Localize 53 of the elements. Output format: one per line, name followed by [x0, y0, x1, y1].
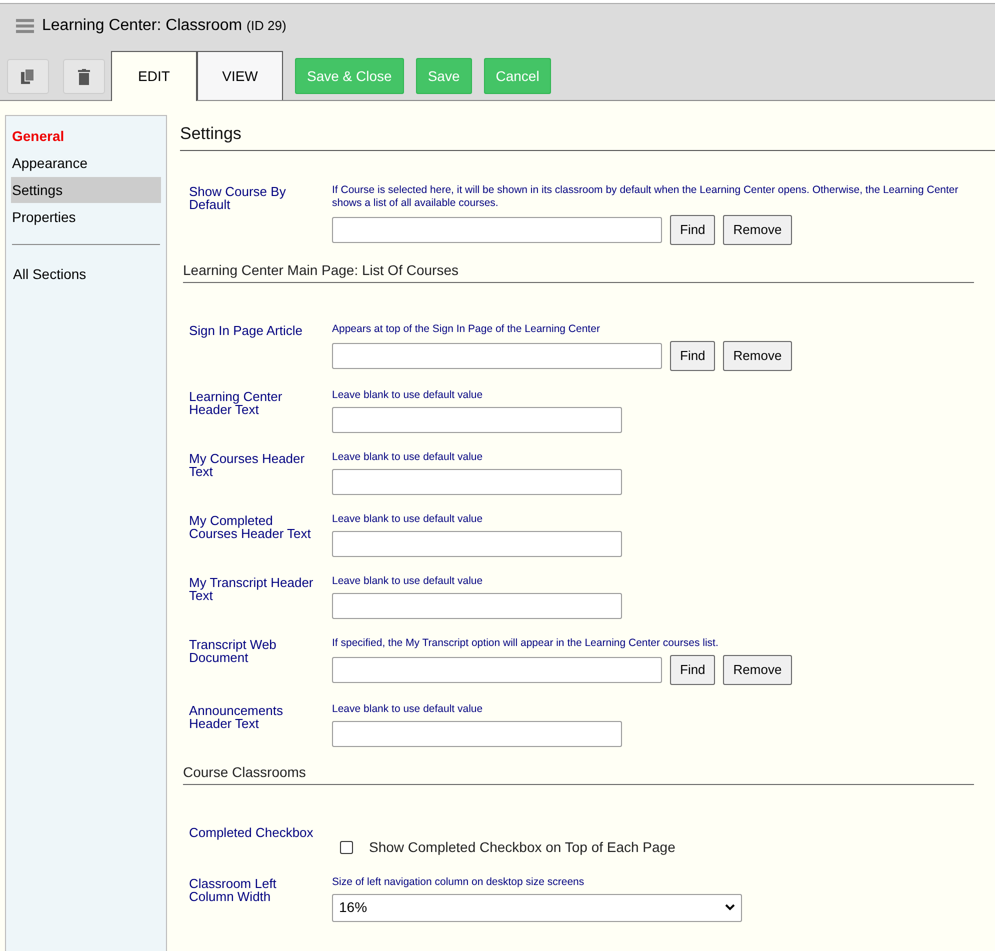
field-label: My Courses Header Text: [189, 450, 306, 480]
field-label: Sign In Page Article: [189, 322, 304, 340]
sidebar-item[interactable]: All Sections: [12, 261, 160, 287]
field-label: Completed Checkbox: [189, 824, 314, 842]
field-hint: If specified, the My Transcript option will appear in the Learning Center courses list.: [332, 636, 720, 650]
lookup-button[interactable]: Find: [670, 654, 716, 684]
menu-icon[interactable]: [16, 19, 34, 33]
sidebar-item[interactable]: Settings: [11, 177, 161, 203]
input-field[interactable]: [332, 720, 622, 746]
lookup-button[interactable]: Find: [670, 340, 716, 370]
page-title: Settings: [180, 121, 995, 150]
section-heading: Learning Center Main Page: List Of Courses: [183, 260, 974, 282]
field-label: Transcript Web Document: [189, 636, 278, 666]
field-label: Learning Center Header Text: [189, 388, 284, 418]
lookup-button[interactable]: Remove: [723, 654, 792, 684]
sidebar-item[interactable]: General: [11, 123, 161, 149]
field-hint: If Course is selected here, it will be shown in its classroom by default when the Learning Center opens. Otherwise, the Learning Center shows a list of all available courses.: [332, 184, 960, 210]
tab[interactable]: VIEW: [197, 51, 283, 100]
chevron-down-icon: [725, 904, 735, 911]
field-hint: Leave blank to use default value: [332, 450, 484, 464]
checkbox[interactable]: [340, 840, 353, 854]
field-label: My Completed Courses Header Text: [189, 512, 312, 542]
field-hint: Leave blank to use default value: [332, 574, 484, 588]
field-hint: Leave blank to use default value: [332, 702, 484, 716]
field-label: Announcements Header Text: [189, 702, 284, 732]
copy-icon: [21, 68, 35, 84]
lookup-button[interactable]: Find: [670, 214, 716, 244]
trash-icon: [78, 68, 90, 84]
field-hint: Leave blank to use default value: [332, 388, 484, 402]
input-field[interactable]: [332, 468, 622, 494]
delete-button[interactable]: [63, 59, 105, 94]
input-field[interactable]: [332, 656, 662, 682]
section-heading: Course Classrooms: [183, 762, 974, 784]
sidebar-item[interactable]: Appearance: [11, 150, 161, 176]
tab[interactable]: EDIT: [111, 51, 197, 101]
input-field[interactable]: [332, 216, 662, 242]
field-hint: Size of left navigation column on desktop size screens: [332, 876, 586, 888]
sidebar-item[interactable]: Properties: [11, 204, 161, 230]
input-field[interactable]: [332, 406, 622, 432]
field-label: Show Course By Default: [189, 184, 287, 214]
field-hint: Leave blank to use default value: [332, 512, 484, 526]
field-label: My Transcript Header Text: [189, 574, 314, 604]
copy-button[interactable]: [7, 59, 49, 94]
checkbox-label: Show Completed Checkbox on Top of Each Page: [369, 838, 676, 857]
select-field[interactable]: 16%: [332, 894, 742, 922]
window-title: Learning Center: Classroom (ID 29): [42, 16, 286, 36]
input-field[interactable]: [332, 592, 622, 618]
lookup-button[interactable]: Remove: [723, 214, 792, 244]
input-field[interactable]: [332, 342, 662, 368]
field-label: Classroom Left Column Width: [189, 876, 278, 906]
input-field[interactable]: [332, 530, 622, 556]
lookup-button[interactable]: Remove: [723, 340, 792, 370]
field-hint: Appears at top of the Sign In Page of the Learning Center: [332, 322, 601, 336]
